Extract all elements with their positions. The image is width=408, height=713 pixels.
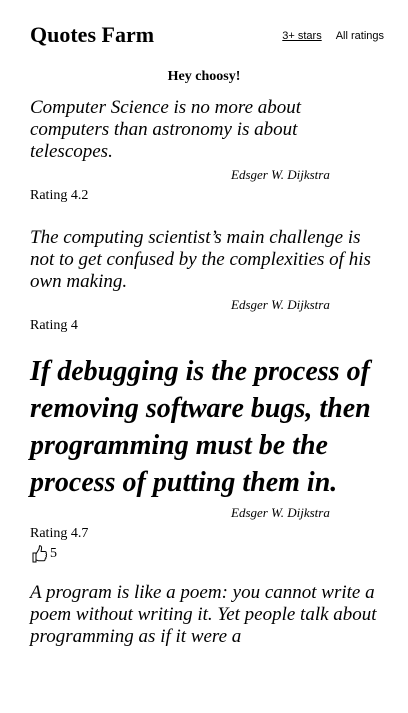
filter-3-plus-stars-link[interactable]: 3+ stars <box>282 30 321 42</box>
quote-list: Computer Science is no more about comput… <box>30 97 382 648</box>
like-count: 5 <box>50 546 57 561</box>
quote-item-featured: If debugging is the process of removing … <box>30 353 382 564</box>
quote-rating: Rating 4.7 <box>30 526 89 541</box>
quote-author: Edsger W. Dijkstra <box>231 505 330 520</box>
quote-text: A program is like a poem: you cannot wri… <box>30 582 377 647</box>
brand-title: Quotes Farm <box>30 22 155 47</box>
filter-all-ratings-link[interactable]: All ratings <box>336 30 384 42</box>
like-control[interactable]: 5 <box>30 544 382 564</box>
thumbs-up-icon[interactable] <box>30 544 48 564</box>
rating-filter-nav: 3+ stars All ratings <box>268 29 384 43</box>
quote-item: A program is like a poem: you cannot wri… <box>30 582 382 648</box>
app-header: Quotes Farm 3+ stars All ratings <box>30 20 386 52</box>
quote-text: If debugging is the process of removing … <box>30 356 371 498</box>
quote-rating: Rating 4.2 <box>30 188 89 203</box>
quote-rating: Rating 4 <box>30 318 78 333</box>
quote-text: The computing scientist’s main challenge… <box>30 227 371 292</box>
banner-message: Hey choosy! <box>167 69 241 84</box>
quote-author: Edsger W. Dijkstra <box>231 297 330 312</box>
quote-item: The computing scientist’s main challenge… <box>30 227 382 335</box>
quote-text: Computer Science is no more about comput… <box>30 97 302 162</box>
quote-author: Edsger W. Dijkstra <box>231 167 330 182</box>
quote-item: Computer Science is no more about comput… <box>30 97 382 205</box>
